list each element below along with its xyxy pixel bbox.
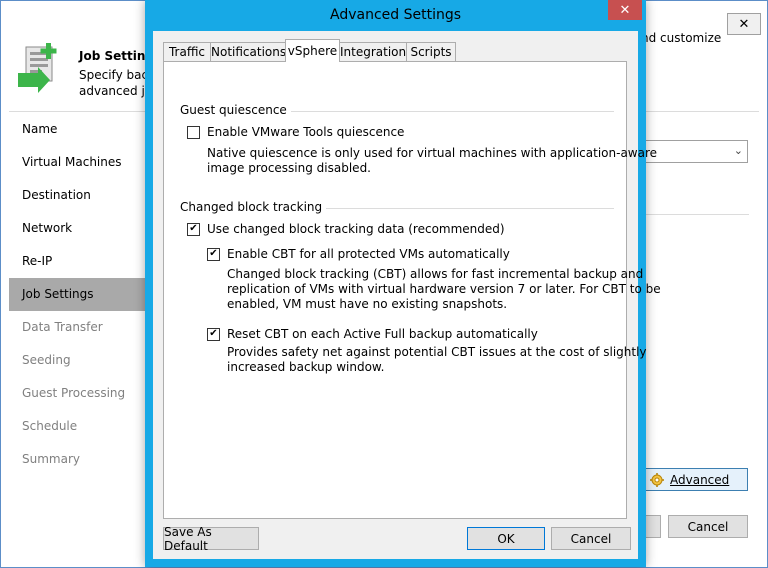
wizard-cancel-button[interactable]: Cancel: [668, 515, 748, 538]
checkmark-icon: ✔: [189, 223, 198, 234]
reset-cbt-option[interactable]: ✔ Reset CBT on each Active Full backup a…: [207, 327, 538, 341]
step-network[interactable]: Network: [9, 212, 149, 245]
advanced-button-label: Advanced: [670, 472, 730, 487]
advanced-button[interactable]: Advanced: [643, 468, 748, 491]
wizard-desc-line: Specify back: [79, 68, 151, 82]
wizard-step-description: Specify back advanced job: [79, 67, 151, 99]
wizard-desc-continuation: nd customize: [641, 31, 722, 45]
wizard-steps-nav: Name Virtual Machines Destination Networ…: [9, 113, 149, 567]
enable-cbt-label: Enable CBT for all protected VMs automat…: [227, 247, 510, 261]
job-settings-icon: [18, 43, 57, 93]
advanced-settings-dialog: Advanced Settings ✕ Traffic Notification…: [145, 0, 661, 567]
description-line: Provides safety net against potential CB…: [227, 345, 647, 359]
description-line: image processing disabled.: [207, 161, 371, 175]
group-divider: [316, 208, 614, 209]
checkmark-icon: ✔: [209, 328, 218, 339]
step-guest-processing: Guest Processing: [22, 386, 126, 400]
tab-scripts[interactable]: Scripts: [406, 42, 456, 61]
chevron-down-icon: ⌄: [733, 144, 743, 157]
gear-icon: [650, 472, 664, 487]
step-re-ip[interactable]: Re-IP: [9, 245, 149, 278]
dialog-title: Advanced Settings: [329, 7, 462, 23]
save-as-default-button[interactable]: Save As Default: [163, 525, 259, 553]
wizard-desc-line: advanced job: [79, 84, 151, 98]
step-destination[interactable]: Destination: [9, 179, 149, 212]
description-line: increased backup window.: [227, 360, 385, 374]
tab-traffic[interactable]: Traffic: [163, 42, 211, 61]
enable-cbt-description: Changed block tracking (CBT) allows for …: [227, 267, 661, 312]
vmware-tools-quiescence-label: Enable VMware Tools quiescence: [207, 125, 405, 139]
use-cbt-option[interactable]: ✔ Use changed block tracking data (recom…: [187, 222, 505, 236]
step-seeding: Seeding: [22, 353, 71, 367]
dialog-close-button[interactable]: ✕: [608, 0, 642, 20]
tab-notifications[interactable]: Notifications: [210, 42, 287, 61]
step-schedule: Schedule: [22, 419, 78, 433]
checkmark-icon: ✔: [209, 248, 218, 259]
description-line: enabled, VM must have no existing snapsh…: [227, 297, 508, 311]
vmware-tools-quiescence-option[interactable]: Enable VMware Tools quiescence: [187, 125, 404, 139]
repository-select[interactable]: ⌄: [641, 140, 748, 163]
use-cbt-label: Use changed block tracking data (recomme…: [207, 222, 505, 236]
vsphere-tab-panel: Guest quiescence Enable VMware Tools qui…: [163, 61, 661, 519]
cancel-button[interactable]: Cancel: [551, 527, 631, 550]
dialog-body: Traffic Notifications vSphere Integratio…: [153, 31, 661, 559]
step-job-settings[interactable]: Job Settings: [9, 278, 149, 311]
enable-cbt-checkbox[interactable]: ✔: [207, 247, 220, 261]
use-cbt-checkbox[interactable]: ✔: [187, 222, 200, 236]
description-line: replication of VMs with virtual hardware…: [227, 282, 661, 296]
group-divider: [274, 111, 614, 112]
reset-cbt-checkbox[interactable]: ✔: [207, 327, 220, 341]
cbt-group-label: Changed block tracking: [180, 200, 327, 214]
close-icon: ✕: [619, 2, 631, 18]
wizard-divider: [641, 214, 749, 215]
close-icon: ✕: [738, 16, 750, 32]
description-line: Changed block tracking (CBT) allows for …: [227, 267, 644, 281]
description-line: Native quiescence is only used for virtu…: [207, 146, 658, 160]
tab-integration[interactable]: Integration: [339, 42, 407, 61]
reset-cbt-description: Provides safety net against potential CB…: [227, 345, 647, 375]
reset-cbt-label: Reset CBT on each Active Full backup aut…: [227, 327, 538, 341]
wizard-close-button[interactable]: ✕: [727, 13, 761, 35]
step-summary: Summary: [22, 452, 80, 466]
enable-cbt-option[interactable]: ✔ Enable CBT for all protected VMs autom…: [207, 247, 510, 261]
step-virtual-machines[interactable]: Virtual Machines: [9, 146, 149, 179]
guest-quiescence-group-label: Guest quiescence: [180, 103, 291, 117]
ok-button[interactable]: OK: [467, 527, 545, 550]
step-name[interactable]: Name: [9, 113, 149, 146]
step-data-transfer: Data Transfer: [22, 320, 103, 334]
tab-vsphere[interactable]: vSphere: [285, 39, 340, 62]
vmware-tools-quiescence-description: Native quiescence is only used for virtu…: [207, 146, 657, 176]
vmware-tools-quiescence-checkbox[interactable]: [187, 125, 200, 139]
